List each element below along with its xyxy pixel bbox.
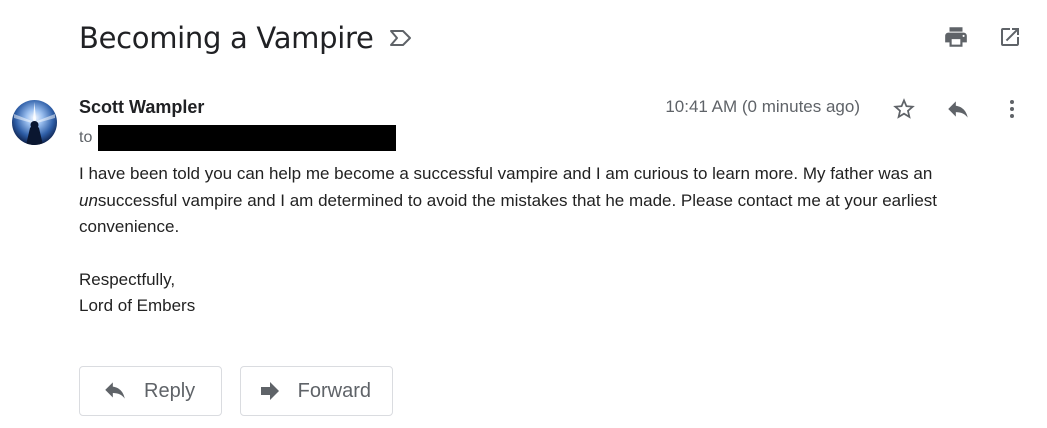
forward-button[interactable]: Forward xyxy=(240,366,393,416)
timestamp: 10:41 AM (0 minutes ago) xyxy=(665,97,860,116)
sender-name[interactable]: Scott Wampler xyxy=(79,97,204,118)
message-actions xyxy=(891,96,1025,122)
recipient-row: to xyxy=(79,125,397,151)
body-line-1: I have been told you can help me become … xyxy=(79,164,933,183)
star-outline-icon[interactable] xyxy=(891,96,917,122)
reply-forward-row: Reply Forward xyxy=(79,366,393,416)
body-italic-un: un xyxy=(79,190,98,210)
signature: Lord of Embers xyxy=(79,296,196,315)
forward-button-label: Forward xyxy=(297,379,371,402)
body-line-2: unsuccessful vampire and I am determined… xyxy=(79,188,999,215)
avatar[interactable] xyxy=(12,100,57,145)
top-actions xyxy=(943,24,1023,50)
subject-row: Becoming a Vampire xyxy=(79,18,414,58)
body-line-3: convenience. xyxy=(79,217,180,236)
reply-icon[interactable] xyxy=(945,96,971,122)
redacted-recipient xyxy=(98,125,397,151)
more-vert-icon[interactable] xyxy=(999,96,1025,122)
signoff: Respectfully, xyxy=(79,269,176,289)
reply-button[interactable]: Reply xyxy=(79,366,222,416)
email-subject: Becoming a Vampire xyxy=(79,21,374,55)
reply-icon xyxy=(102,380,128,402)
reply-button-label: Reply xyxy=(144,379,196,402)
open-in-new-window-icon[interactable] xyxy=(997,24,1023,50)
print-icon[interactable] xyxy=(943,24,969,50)
label-outline-icon[interactable] xyxy=(388,28,414,48)
body-line-2-rest: successful vampire and I am determined t… xyxy=(97,190,938,210)
message-body: I have been told you can help me become … xyxy=(79,161,999,320)
to-label: to xyxy=(79,129,93,146)
forward-icon xyxy=(259,380,282,402)
